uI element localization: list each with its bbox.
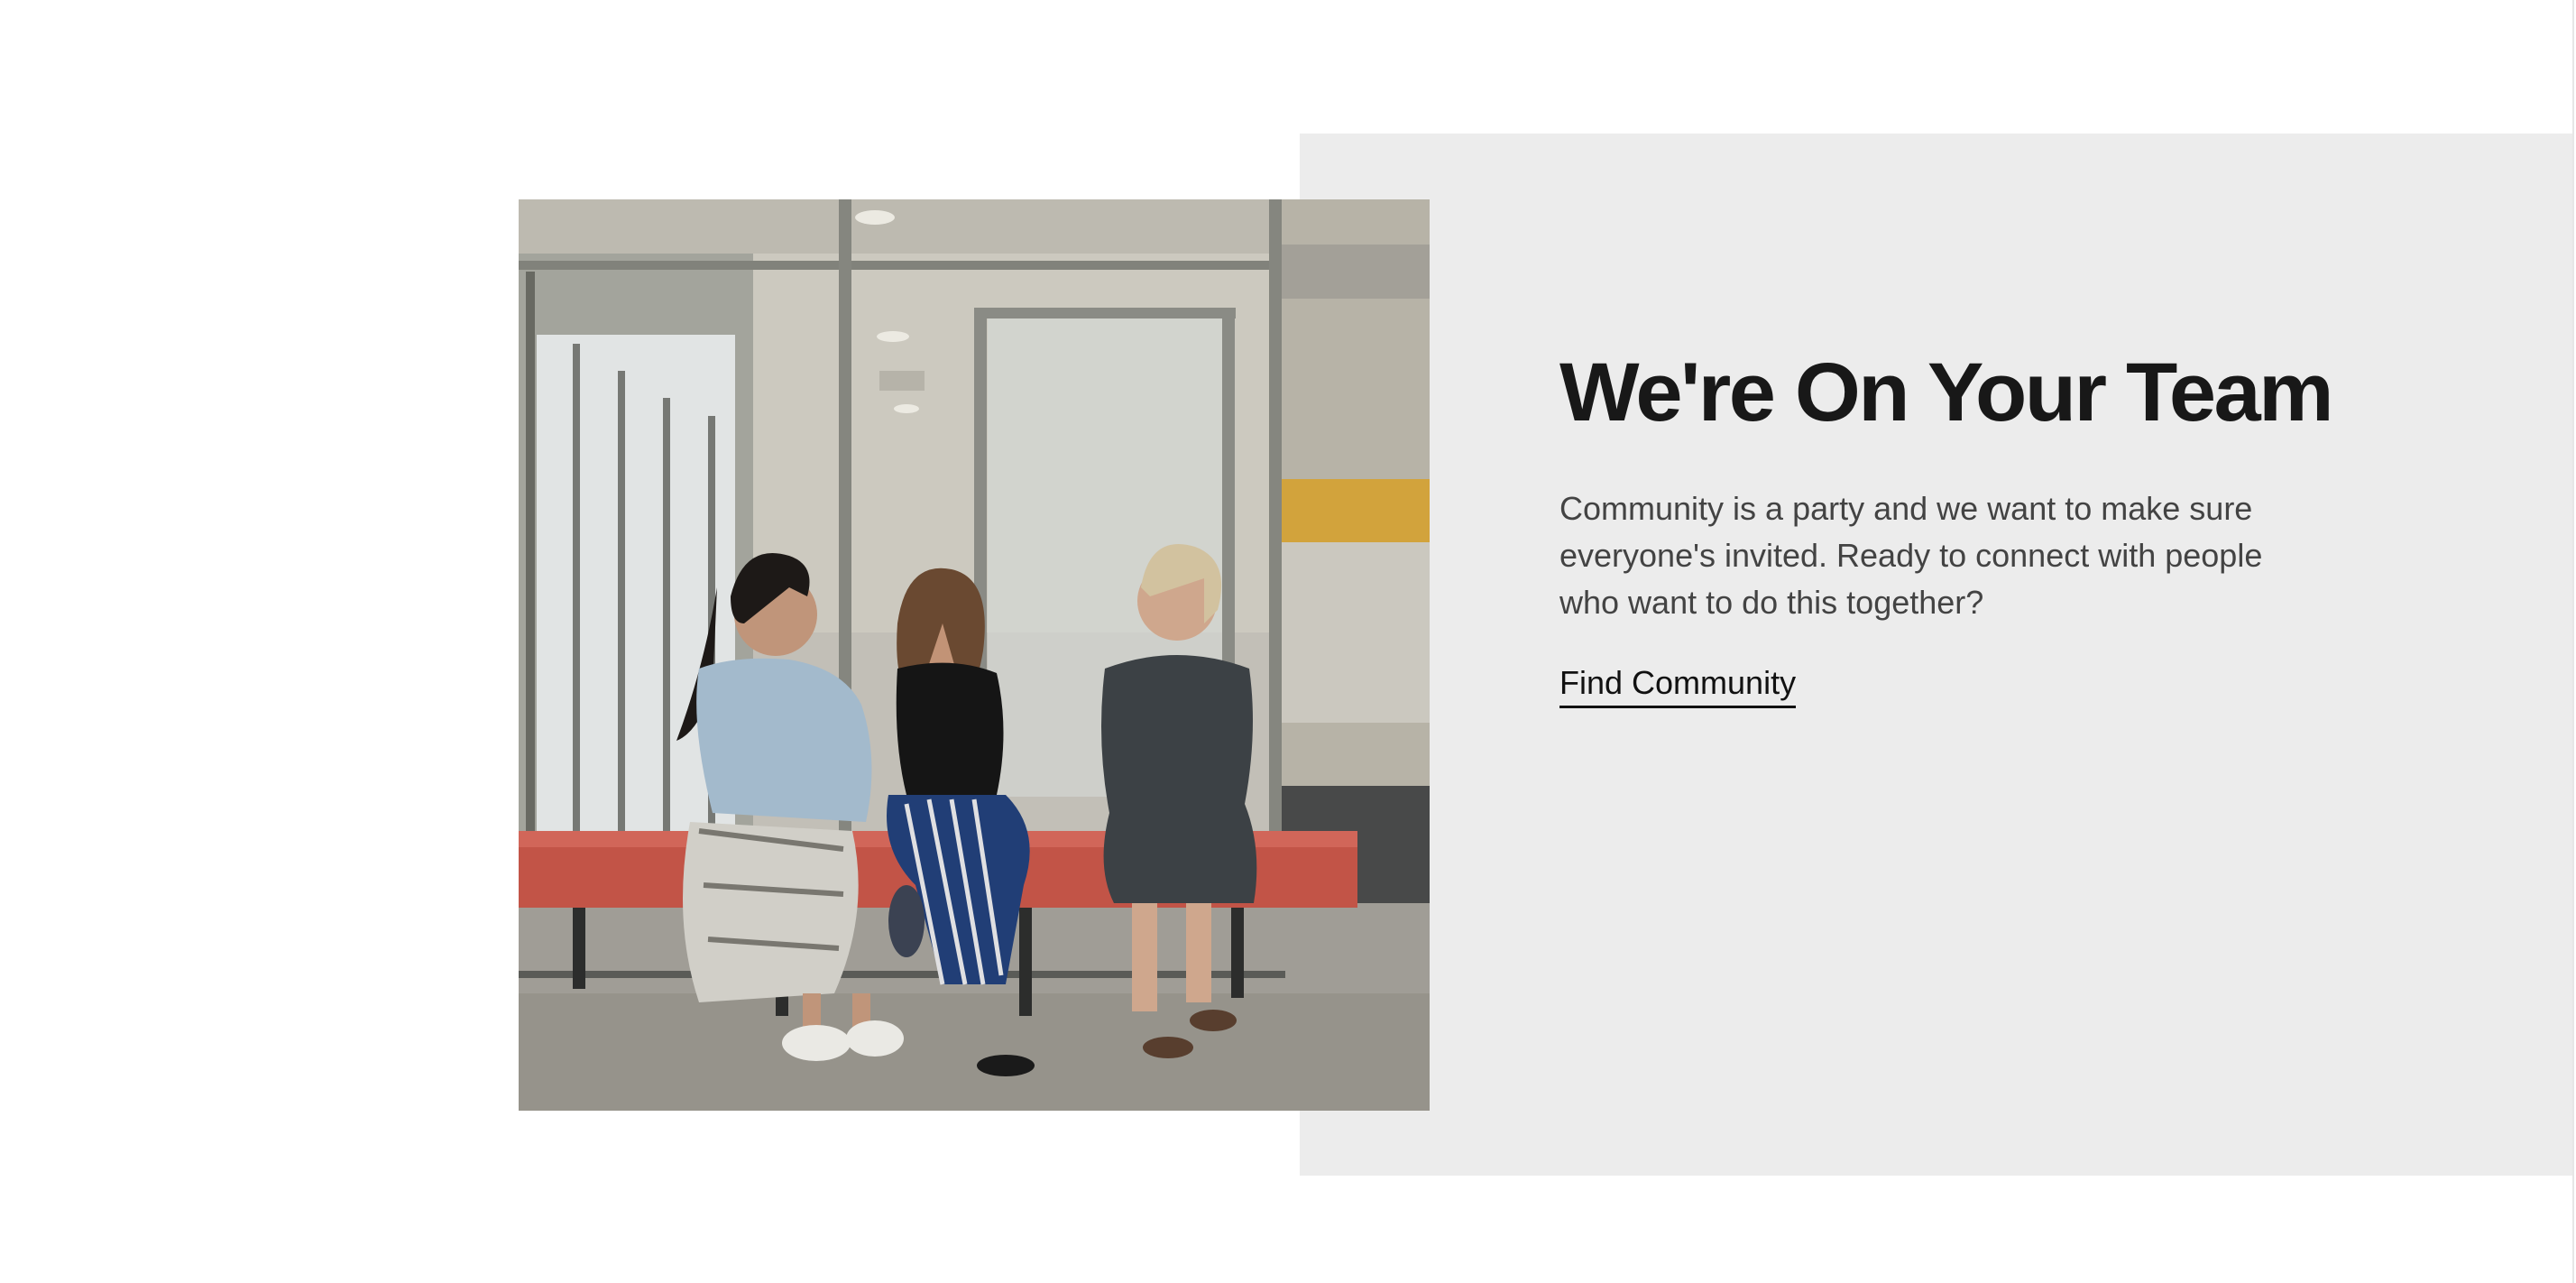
find-community-link[interactable]: Find Community xyxy=(1559,662,1797,708)
page-edge-divider xyxy=(2572,0,2574,1283)
community-photo-illustration xyxy=(519,199,1430,1111)
community-photo xyxy=(519,199,1430,1111)
hero-content: We're On Your Team Community is a party … xyxy=(1559,343,2371,708)
hero-body-text: Community is a party and we want to make… xyxy=(1559,490,2263,621)
hero-headline: We're On Your Team xyxy=(1559,346,2334,438)
page: We're On Your Team Community is a party … xyxy=(0,0,2576,1283)
